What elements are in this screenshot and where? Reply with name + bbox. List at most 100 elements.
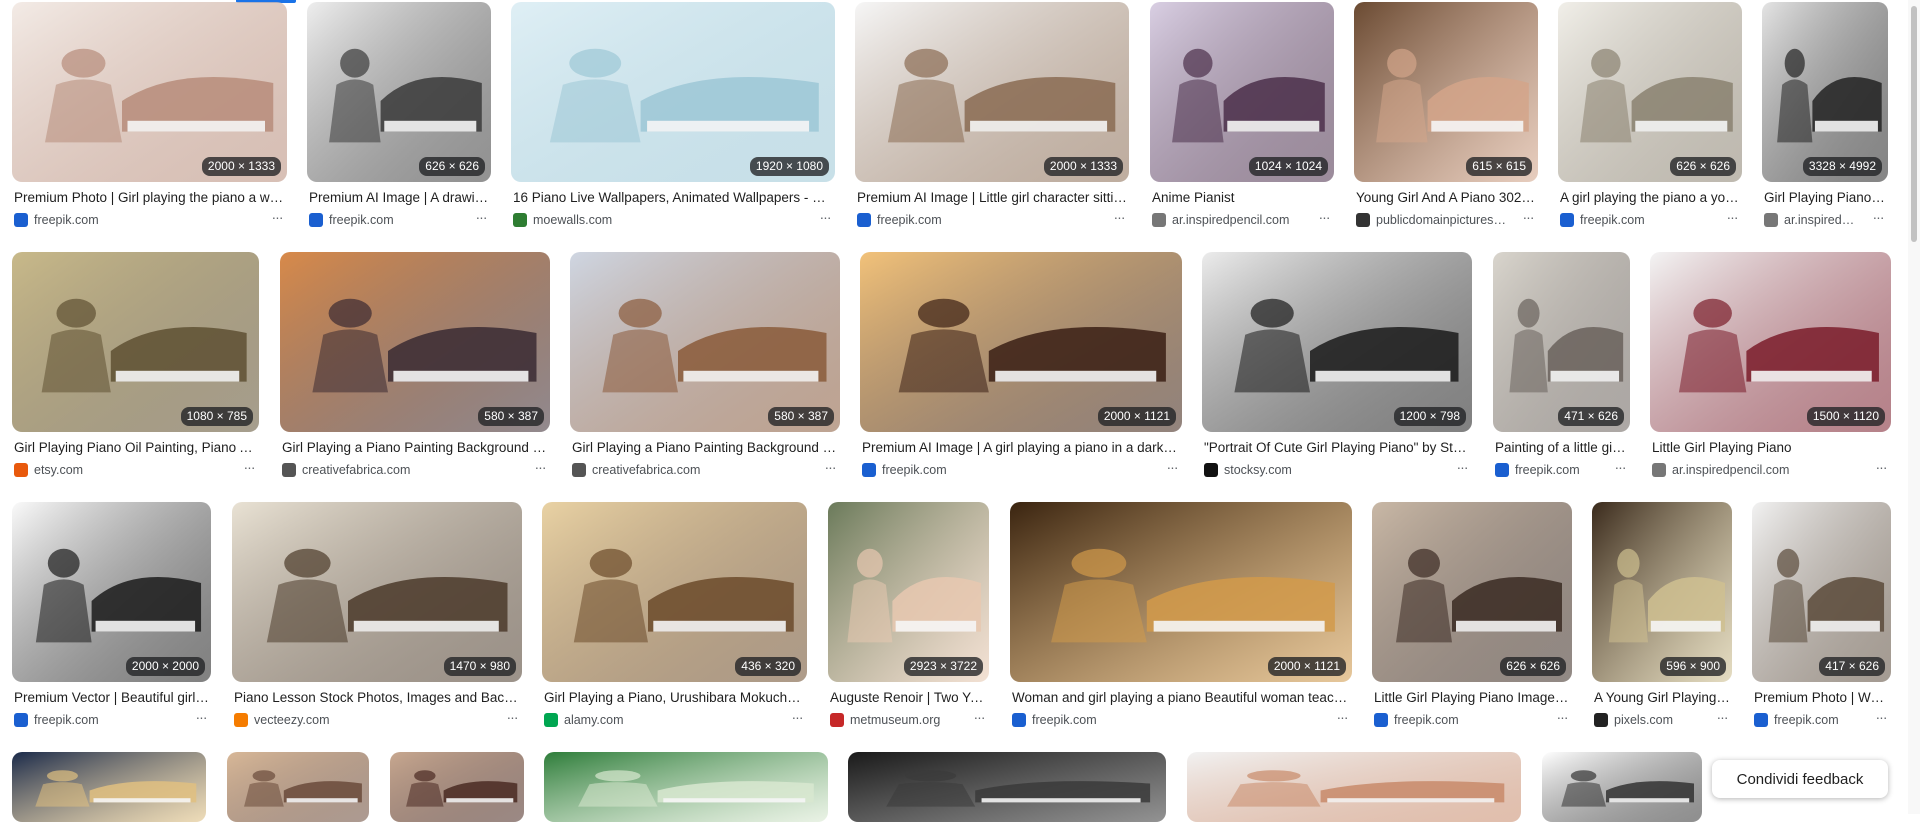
image-result-title[interactable]: Woman and girl playing a piano Beautiful…: [1012, 689, 1350, 707]
image-result-title[interactable]: "Portrait Of Cute Girl Playing Piano" by…: [1204, 439, 1470, 457]
image-result-card[interactable]: 626 × 626 Premium AI Image | A drawing of…: [307, 2, 491, 230]
image-thumbnail[interactable]: [227, 752, 369, 822]
image-result-title[interactable]: Premium Photo | Woman playing piano: [1754, 689, 1889, 707]
image-result-card[interactable]: 580 × 387 Girl Playing a Piano Painting B…: [570, 252, 840, 480]
image-result-source[interactable]: ar.inspiredpencil.com: [1152, 212, 1302, 228]
image-thumbnail[interactable]: 1024 × 1024: [1150, 2, 1334, 182]
image-result-source[interactable]: freepik.com: [1374, 712, 1540, 728]
image-thumbnail[interactable]: 626 × 626: [1372, 502, 1572, 682]
more-options-icon[interactable]: ···: [1518, 210, 1538, 228]
more-options-icon[interactable]: ···: [471, 210, 491, 228]
image-result-title[interactable]: Auguste Renoir | Two Young Girls at the …: [830, 689, 987, 707]
image-result-title[interactable]: Premium AI Image | A girl playing a pian…: [862, 439, 1180, 457]
image-result-source[interactable]: alamy.com: [544, 712, 775, 728]
image-result-source[interactable]: publicdomainpictures.net: [1356, 212, 1506, 228]
image-result-card[interactable]: 1024 × 1024 Anime Pianist ar.inspiredpenci…: [1150, 2, 1334, 230]
image-thumbnail[interactable]: 1500 × 1120: [1650, 252, 1891, 432]
image-thumbnail[interactable]: 580 × 387: [280, 252, 550, 432]
image-result-title[interactable]: Painting of a little girl playing piano: [1495, 439, 1628, 457]
image-result-source[interactable]: vecteezy.com: [234, 712, 490, 728]
image-result-source[interactable]: freepik.com: [1495, 462, 1598, 478]
image-result-source[interactable]: ar.inspiredpencil.com: [1652, 462, 1859, 478]
more-options-icon[interactable]: ···: [1162, 460, 1182, 478]
image-result-title[interactable]: 16 Piano Live Wallpapers, Animated Wallp…: [513, 189, 833, 207]
image-thumbnail[interactable]: 1080 × 785: [12, 252, 259, 432]
image-thumbnail[interactable]: 1200 × 798: [1202, 252, 1472, 432]
image-result-source[interactable]: freepik.com: [862, 462, 1150, 478]
image-result-title[interactable]: Premium AI Image | Little girl character…: [857, 189, 1127, 207]
more-options-icon[interactable]: ···: [502, 710, 522, 728]
image-result-title[interactable]: A Young Girl Playing A Piano: [1594, 689, 1730, 707]
image-result-title[interactable]: Girl Playing a Piano, Urushibara Mokuchu…: [544, 689, 805, 707]
image-result-card[interactable]: 626 × 626 Little Girl Playing Piano Image…: [1372, 502, 1572, 730]
image-thumbnail[interactable]: 2000 × 1121: [860, 252, 1182, 432]
image-result-card[interactable]: 580 × 387 Girl Playing a Piano Painting B…: [280, 252, 550, 480]
more-options-icon[interactable]: ···: [1722, 210, 1742, 228]
image-result-card[interactable]: 1500 × 1120 Little Girl Playing Piano ar.i…: [1650, 252, 1891, 480]
image-result-title[interactable]: Girl Playing Piano Oil Painting, Piano A…: [14, 439, 257, 457]
image-result-source[interactable]: creativefabrica.com: [572, 462, 808, 478]
image-thumbnail[interactable]: [544, 752, 828, 822]
image-result-title[interactable]: Anime Pianist: [1152, 189, 1332, 207]
share-feedback-button[interactable]: Condividi feedback: [1712, 760, 1888, 798]
more-options-icon[interactable]: ···: [820, 460, 840, 478]
image-result-card[interactable]: 2000 × 1333 Premium Photo | Girl playing …: [12, 2, 287, 230]
image-thumbnail[interactable]: [12, 752, 206, 822]
image-result-title[interactable]: Premium AI Image | A drawing of a girl p…: [309, 189, 489, 207]
image-result-card[interactable]: 2000 × 1121 Woman and girl playing a pian…: [1010, 502, 1352, 730]
more-options-icon[interactable]: ···: [239, 460, 259, 478]
image-result-title[interactable]: Girl Playing a Piano Painting Background…: [572, 439, 838, 457]
image-result-card[interactable]: 2000 × 1121 Premium AI Image | A girl pla…: [860, 252, 1182, 480]
more-options-icon[interactable]: ···: [1712, 710, 1732, 728]
image-result-source[interactable]: creativefabrica.com: [282, 462, 518, 478]
more-options-icon[interactable]: ···: [787, 710, 807, 728]
more-options-icon[interactable]: ···: [267, 210, 287, 228]
more-options-icon[interactable]: ···: [1610, 460, 1630, 478]
image-result-source[interactable]: freepik.com: [14, 712, 179, 728]
image-result-title[interactable]: Little Girl Playing Piano: [1652, 439, 1889, 457]
image-result-source[interactable]: metmuseum.org: [830, 712, 957, 728]
image-thumbnail[interactable]: [1542, 752, 1702, 822]
image-thumbnail[interactable]: [390, 752, 524, 822]
image-result-title[interactable]: Premium Photo | Girl playing the piano a…: [14, 189, 285, 207]
scrollbar-thumb[interactable]: [1911, 6, 1917, 242]
image-thumbnail[interactable]: 1470 × 980: [232, 502, 522, 682]
image-result-source[interactable]: freepik.com: [857, 212, 1097, 228]
image-result-card[interactable]: 1920 × 1080 16 Piano Live Wallpapers, Ani…: [511, 2, 835, 230]
image-result-source[interactable]: stocksy.com: [1204, 462, 1440, 478]
image-thumbnail[interactable]: 436 × 320: [542, 502, 807, 682]
image-result-source[interactable]: freepik.com: [1754, 712, 1859, 728]
image-thumbnail[interactable]: 626 × 626: [1558, 2, 1742, 182]
image-thumbnail[interactable]: 2000 × 1121: [1010, 502, 1352, 682]
image-result-card[interactable]: 2000 × 2000 Premium Vector | Beautiful gi…: [12, 502, 211, 730]
image-result-title[interactable]: Girl Playing a Piano Painting Background…: [282, 439, 548, 457]
image-result-card[interactable]: 596 × 900 A Young Girl Playing A Piano pix…: [1592, 502, 1732, 730]
image-thumbnail[interactable]: 596 × 900: [1592, 502, 1732, 682]
image-thumbnail[interactable]: 2923 × 3722: [828, 502, 989, 682]
image-result-card[interactable]: 436 × 320 Girl Playing a Piano, Urushibar…: [542, 502, 807, 730]
image-thumbnail[interactable]: [1187, 752, 1521, 822]
more-options-icon[interactable]: ···: [1452, 460, 1472, 478]
image-thumbnail[interactable]: 2000 × 1333: [12, 2, 287, 182]
image-result-card[interactable]: 417 × 626 Premium Photo | Woman playing p…: [1752, 502, 1891, 730]
image-thumbnail[interactable]: 417 × 626: [1752, 502, 1891, 682]
image-result-title[interactable]: Girl Playing Piano Painting: [1764, 189, 1886, 207]
more-options-icon[interactable]: ···: [1109, 210, 1129, 228]
more-options-icon[interactable]: ···: [1332, 710, 1352, 728]
image-result-card[interactable]: 615 × 615 Young Girl And A Piano 302 Free…: [1354, 2, 1538, 230]
image-thumbnail[interactable]: 626 × 626: [307, 2, 491, 182]
image-result-source[interactable]: pixels.com: [1594, 712, 1700, 728]
more-options-icon[interactable]: ···: [1868, 210, 1888, 228]
image-result-card[interactable]: 1200 × 798 "Portrait Of Cute Girl Playing…: [1202, 252, 1472, 480]
image-result-card[interactable]: 626 × 626 A girl playing the piano a youn…: [1558, 2, 1742, 230]
image-result-source[interactable]: moewalls.com: [513, 212, 803, 228]
image-result-title[interactable]: A girl playing the piano a young girl: [1560, 189, 1740, 207]
image-thumbnail[interactable]: 3328 × 4992: [1762, 2, 1888, 182]
more-options-icon[interactable]: ···: [1871, 710, 1891, 728]
image-thumbnail[interactable]: 580 × 387: [570, 252, 840, 432]
more-options-icon[interactable]: ···: [530, 460, 550, 478]
image-result-card[interactable]: 2923 × 3722 Auguste Renoir | Two Young Gi…: [828, 502, 989, 730]
image-thumbnail[interactable]: 471 × 626: [1493, 252, 1630, 432]
image-result-card[interactable]: 1080 × 785 Girl Playing Piano Oil Paintin…: [12, 252, 259, 480]
image-result-source[interactable]: freepik.com: [1012, 712, 1320, 728]
